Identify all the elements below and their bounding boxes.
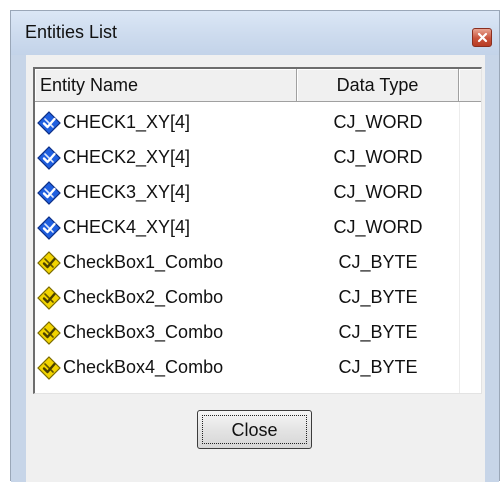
- entity-name: CheckBox3_Combo: [63, 322, 224, 342]
- entity-name: CheckBox2_Combo: [63, 287, 224, 307]
- byte-entity-icon: [37, 321, 61, 345]
- column-header-data-type[interactable]: Data Type: [297, 69, 459, 102]
- byte-entity-icon: [37, 286, 61, 310]
- entity-name: CHECK1_XY[4]: [63, 112, 191, 132]
- column-header-filler: [459, 69, 481, 102]
- list-item[interactable]: CheckBox4_Combo CJ_BYTE: [35, 350, 481, 385]
- list-item[interactable]: CheckBox1_Combo CJ_BYTE: [35, 245, 481, 280]
- entity-data-type: CJ_BYTE: [338, 252, 418, 272]
- list-rows: CHECK1_XY[4] CJ_WORD CHECK2_XY[4] CJ_WOR…: [35, 105, 481, 385]
- list-item[interactable]: CHECK4_XY[4] CJ_WORD: [35, 210, 481, 245]
- entities-list-dialog: Entities List Entity Name Data Type CHEC…: [10, 10, 500, 482]
- word-entity-icon: [37, 216, 61, 240]
- entity-data-type: CJ_WORD: [333, 217, 423, 237]
- list-item[interactable]: CHECK3_XY[4] CJ_WORD: [35, 175, 481, 210]
- word-entity-icon: [37, 181, 61, 205]
- entity-name: CheckBox1_Combo: [63, 252, 224, 272]
- close-button[interactable]: Close: [197, 410, 312, 449]
- entity-data-type: CJ_WORD: [333, 112, 423, 132]
- title-bar[interactable]: Entities List: [11, 11, 499, 55]
- word-entity-icon: [37, 146, 61, 170]
- entity-data-type: CJ_BYTE: [338, 287, 418, 307]
- close-button-label: Close: [231, 420, 278, 440]
- entity-name: CHECK4_XY[4]: [63, 217, 191, 237]
- entity-name: CHECK3_XY[4]: [63, 182, 191, 202]
- list-item[interactable]: CHECK2_XY[4] CJ_WORD: [35, 140, 481, 175]
- list-item[interactable]: CheckBox2_Combo CJ_BYTE: [35, 280, 481, 315]
- column-header-entity-name[interactable]: Entity Name: [35, 69, 297, 102]
- window-title: Entities List: [25, 22, 118, 42]
- list-header: Entity Name Data Type: [35, 69, 481, 102]
- entity-name: CHECK2_XY[4]: [63, 147, 191, 167]
- entity-data-type: CJ_WORD: [333, 182, 423, 202]
- entity-data-type: CJ_BYTE: [338, 322, 418, 342]
- list-item[interactable]: CheckBox3_Combo CJ_BYTE: [35, 315, 481, 350]
- entity-data-type: CJ_BYTE: [338, 357, 418, 377]
- entity-name: CheckBox4_Combo: [63, 357, 224, 377]
- byte-entity-icon: [37, 356, 61, 380]
- dialog-client-area: Entity Name Data Type CHECK1_XY[4] CJ_WO…: [26, 55, 485, 482]
- list-item[interactable]: CHECK1_XY[4] CJ_WORD: [35, 105, 481, 140]
- close-icon: [477, 32, 488, 43]
- word-entity-icon: [37, 111, 61, 135]
- byte-entity-icon: [37, 251, 61, 275]
- window-close-button[interactable]: [472, 28, 492, 47]
- entities-list-view[interactable]: Entity Name Data Type CHECK1_XY[4] CJ_WO…: [33, 67, 482, 394]
- entity-data-type: CJ_WORD: [333, 147, 423, 167]
